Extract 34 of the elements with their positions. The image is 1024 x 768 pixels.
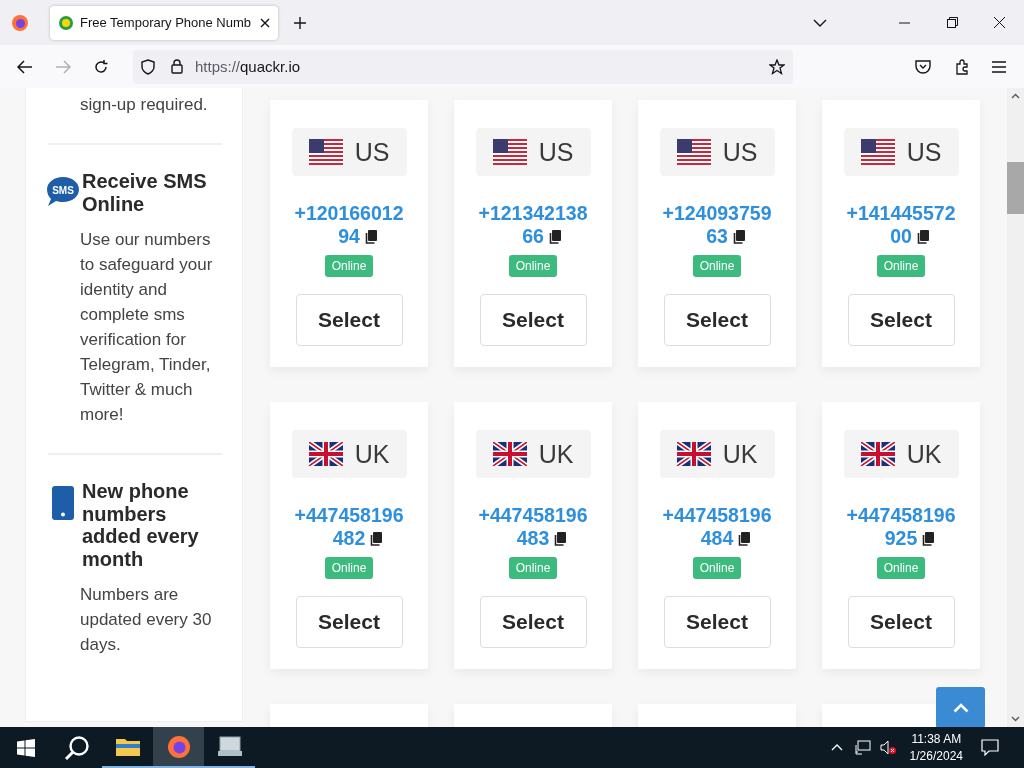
status-badge: Online [508,557,558,579]
status-badge: Online [324,557,374,579]
clock-date[interactable]: 1/26/2024 [909,747,963,765]
select-button[interactable]: Select [847,596,955,648]
country-code: US [538,137,574,167]
status-badge: Online [692,255,742,277]
sidebar-text: sign-up required. [80,94,209,116]
status-badge: Online [508,255,558,277]
clock-time[interactable]: 11:38 AM [911,730,962,748]
sms-bubble-icon: SMS [46,176,80,208]
status-badge: Online [324,255,374,277]
country-code: UK [906,439,942,469]
status-badge: Online [876,255,926,277]
status-badge: Online [876,557,926,579]
select-button[interactable]: Select [295,596,403,648]
country-code: UK [722,439,758,469]
feature-heading: Receive SMS Online [82,170,208,215]
select-button[interactable]: Select [847,294,955,346]
country-code: UK [538,439,574,469]
country-code: US [354,137,390,167]
feature-description: Use our numbers to safeguard your identity and complete sms verification for Telegram, Tinder, Twitter & much more! [80,229,214,426]
country-code: US [722,137,758,167]
select-button[interactable]: Select [479,596,587,648]
select-button[interactable]: Select [663,294,771,346]
browser-tab[interactable]: Free Temporary Phone Numb [50,5,278,40]
select-button[interactable]: Select [479,294,587,346]
status-badge: Online [692,557,742,579]
country-code: UK [354,439,390,469]
select-button[interactable]: Select [663,596,771,648]
feature-heading: New phone numbers added every month [82,480,200,570]
feature-description: Numbers are updated every 30 days. [80,584,213,656]
select-button[interactable]: Select [295,294,403,346]
address-bar[interactable]: https://quackr.io [133,49,793,84]
country-code: US [906,137,942,167]
